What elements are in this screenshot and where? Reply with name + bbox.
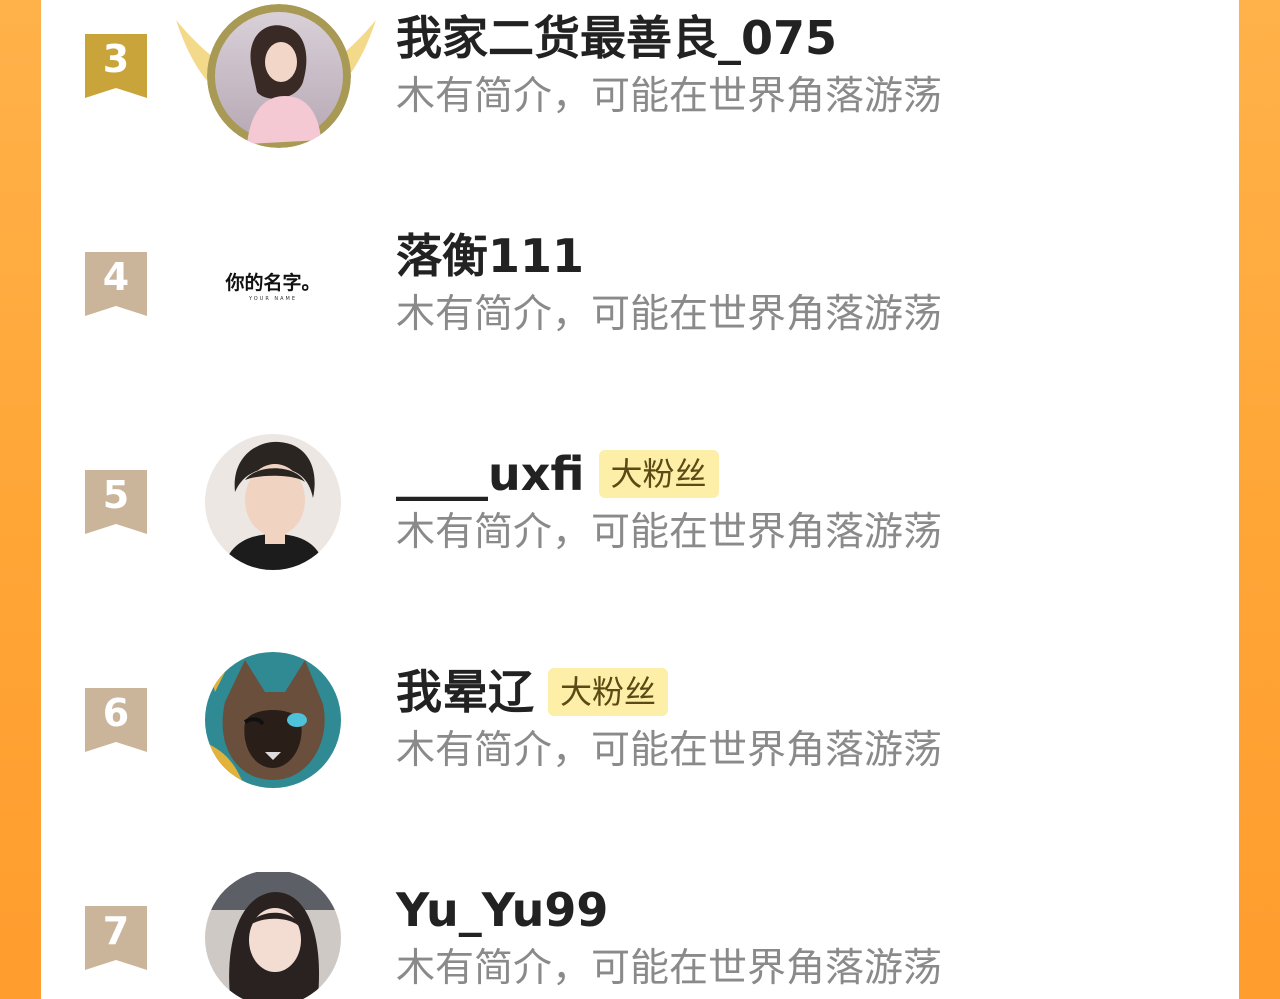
man-portrait-icon	[205, 434, 341, 570]
girl-portrait-icon	[207, 4, 351, 148]
user-bio: 木有简介，可能在世界角落游荡	[396, 292, 943, 337]
name-line: 落衡111	[396, 226, 584, 286]
ranking-row[interactable]: 7 Yu_Yu99 木有简介，可能在世界角落游荡	[41, 872, 1239, 999]
user-name[interactable]: 我晕辽	[396, 662, 534, 722]
big-fan-badge: 大粉丝	[598, 450, 719, 498]
avatar[interactable]	[205, 652, 341, 788]
user-name[interactable]: ____uxfi	[396, 444, 585, 504]
name-line: Yu_Yu99	[396, 880, 608, 940]
ranking-row[interactable]: 4 你的名字。 YOUR NAME 落衡111 木有简介，可能在世界角落游荡	[41, 218, 1239, 418]
avatar-card-subtext: YOUR NAME	[248, 296, 298, 302]
user-name[interactable]: 我家二货最善良_075	[396, 8, 837, 68]
cat-illustration-icon	[205, 652, 341, 788]
fan-ranking-panel: 3 我家二货最善良_075 木有简介，可能在世界角落游荡 4 你的名字。 YOU…	[41, 0, 1239, 999]
user-bio: 木有简介，可能在世界角落游荡	[396, 728, 943, 773]
name-line: 我家二货最善良_075	[396, 8, 837, 68]
avatar[interactable]: 你的名字。 YOUR NAME	[205, 218, 341, 354]
user-bio: 木有简介，可能在世界角落游荡	[396, 74, 943, 119]
rank-number: 7	[102, 909, 130, 953]
rank-number: 5	[102, 473, 130, 517]
ranking-row[interactable]: 5 ____uxfi 大粉丝 木有简介，可能在世界角落游荡	[41, 434, 1239, 636]
rank-ribbon: 4	[85, 252, 147, 316]
big-fan-badge: 大粉丝	[548, 668, 669, 716]
avatar[interactable]	[205, 434, 341, 570]
ranking-row[interactable]: 3 我家二货最善良_075 木有简介，可能在世界角落游荡	[41, 0, 1239, 200]
name-line: 我晕辽 大粉丝	[396, 662, 669, 722]
rank-ribbon: 6	[85, 688, 147, 752]
user-name[interactable]: 落衡111	[396, 226, 584, 286]
user-bio: 木有简介，可能在世界角落游荡	[396, 510, 943, 555]
rank-number: 3	[102, 37, 130, 81]
rank-ribbon: 7	[85, 906, 147, 970]
rank-ribbon: 5	[85, 470, 147, 534]
user-bio: 木有简介，可能在世界角落游荡	[396, 946, 943, 991]
ranking-row[interactable]: 6 我晕辽 大粉丝 木有简介，可能在世界角落游荡	[41, 652, 1239, 854]
rank-number: 6	[102, 691, 130, 735]
name-line: ____uxfi 大粉丝	[396, 444, 719, 504]
avatar[interactable]	[205, 872, 341, 999]
user-name[interactable]: Yu_Yu99	[396, 880, 608, 940]
rank-ribbon-gold: 3	[85, 34, 147, 98]
rank-number: 4	[102, 255, 130, 299]
avatar[interactable]	[207, 4, 351, 148]
woman-portrait-icon	[205, 872, 341, 999]
avatar-card-text: 你的名字。	[225, 272, 321, 294]
